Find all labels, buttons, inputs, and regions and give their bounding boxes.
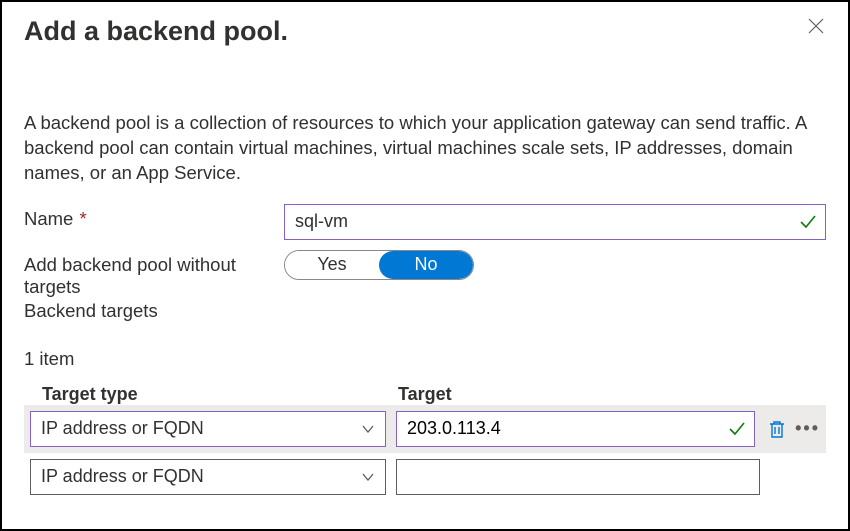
target-type-select[interactable]: IP address or FQDN: [30, 459, 386, 495]
backend-targets-label: Backend targets: [24, 300, 826, 322]
table-row: IP address or FQDN: [24, 453, 826, 501]
target-input[interactable]: [396, 411, 755, 447]
name-label: Name *: [24, 204, 284, 230]
target-input[interactable]: [396, 459, 760, 495]
check-icon: [798, 212, 818, 232]
toggle-yes[interactable]: Yes: [285, 251, 379, 279]
add-without-targets-label: Add backend pool without targets: [24, 250, 284, 298]
targets-table: Target type Target IP address or FQDN ••…: [24, 384, 826, 501]
item-count: 1 item: [24, 348, 826, 370]
target-type-value: IP address or FQDN: [41, 418, 204, 439]
table-row: IP address or FQDN •••: [24, 405, 826, 453]
toggle-no[interactable]: No: [379, 251, 473, 279]
target-type-select[interactable]: IP address or FQDN: [30, 411, 386, 447]
target-type-value: IP address or FQDN: [41, 466, 204, 487]
name-input[interactable]: [284, 204, 826, 240]
column-target: Target: [398, 384, 826, 405]
page-title: Add a backend pool.: [24, 16, 288, 47]
delete-icon[interactable]: [765, 417, 789, 441]
without-targets-toggle[interactable]: Yes No: [284, 250, 474, 280]
chevron-down-icon: [361, 470, 375, 484]
required-asterisk: *: [74, 208, 86, 229]
more-icon[interactable]: •••: [793, 416, 822, 441]
column-target-type: Target type: [42, 384, 398, 405]
check-icon: [727, 419, 747, 439]
chevron-down-icon: [361, 422, 375, 436]
close-icon[interactable]: [802, 16, 830, 36]
description-text: A backend pool is a collection of resour…: [24, 111, 826, 186]
